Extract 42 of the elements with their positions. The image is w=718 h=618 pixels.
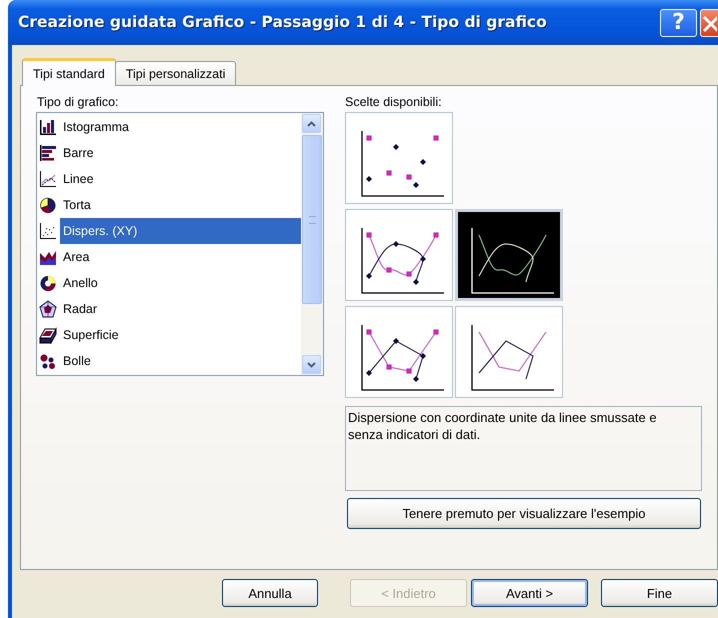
scroll-up-button[interactable] (302, 114, 321, 133)
subtype-label: Scelte disponibili: (345, 95, 443, 111)
bar-chart-icon (39, 144, 57, 162)
chevron-down-icon (307, 362, 316, 368)
preview-button[interactable]: Tenere premuto per visualizzare l'esempio (347, 498, 701, 529)
dialog-button[interactable]: Annulla (222, 579, 318, 607)
scroll-down-button[interactable] (302, 355, 321, 374)
scatter-chart-icon (39, 222, 57, 240)
chart-subtype-button[interactable] (345, 306, 453, 398)
list-item[interactable]: Bolle (60, 348, 301, 374)
list-item[interactable]: Area (60, 244, 301, 270)
window-title: Creazione guidata Grafico - Passaggio 1 di 4 - Tipo di grafico (18, 12, 548, 30)
scrollbar[interactable] (301, 113, 323, 375)
list-item[interactable]: Barre (60, 140, 301, 166)
pie-chart-icon (39, 196, 57, 214)
radar-chart-icon (39, 300, 57, 318)
bubble-chart-icon (39, 352, 57, 370)
dialog-button[interactable]: Avanti > (471, 579, 588, 607)
chart-subtype-button[interactable] (455, 209, 563, 301)
list-item[interactable]: Torta (60, 192, 301, 218)
list-item[interactable]: Istogramma (60, 114, 301, 140)
chart-subtype-button[interactable] (345, 209, 453, 301)
chart-subtype-button[interactable] (345, 112, 453, 204)
scroll-thumb[interactable] (302, 135, 322, 304)
help-button[interactable]: ? (660, 8, 697, 36)
list-item[interactable]: Anello (60, 270, 301, 296)
close-button[interactable] (700, 8, 718, 36)
list-item[interactable]: Superficie (60, 322, 301, 348)
chevron-up-icon (307, 120, 316, 126)
list-item[interactable]: Radar (60, 296, 301, 322)
doughnut-chart-icon (39, 274, 57, 292)
dialog-button[interactable]: Fine (601, 579, 718, 607)
list-item[interactable]: Dispers. (XY) (60, 218, 301, 244)
line-chart-icon (39, 170, 57, 188)
chart-subtype-button[interactable] (455, 306, 563, 398)
list-item[interactable]: Linee (60, 166, 301, 192)
surface-chart-icon (39, 326, 57, 344)
tab[interactable]: Tipi personalizzati (114, 61, 236, 85)
chart-type-label: Tipo di grafico: (36, 95, 120, 111)
description-text: Dispersione con coordinate unite da linee smussate e senza indicatori di dati. (345, 406, 702, 491)
column-chart-icon (39, 118, 57, 136)
tab[interactable]: Tipi standard (22, 58, 116, 86)
